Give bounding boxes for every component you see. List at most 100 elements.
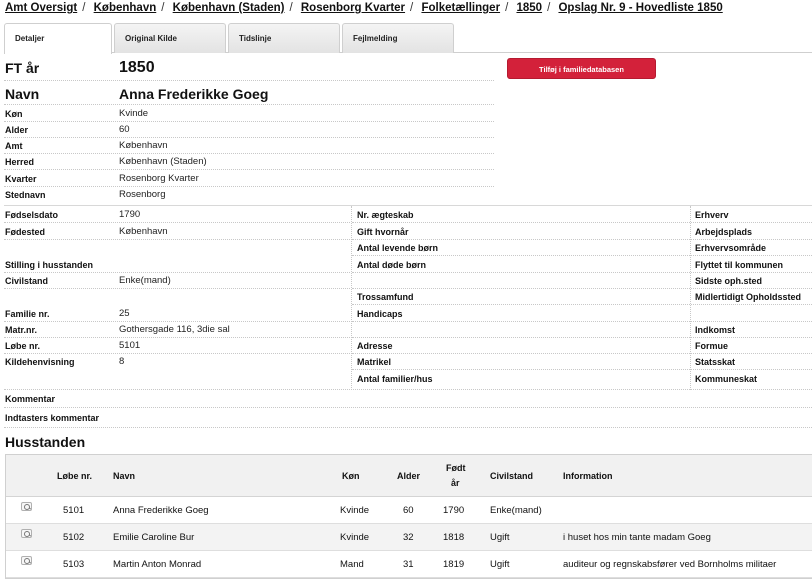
table-header: Løbe nr. Navn Køn Alder Født år Civilsta… xyxy=(6,455,812,497)
breadcrumb-folketaellinger[interactable]: Folketællinger xyxy=(421,2,500,14)
indkomst-label: Indkomst xyxy=(695,325,736,335)
kvarter-value: Rosenborg Kvarter xyxy=(119,173,199,184)
herred-value: København (Staden) xyxy=(119,156,207,167)
fodested-label: Fødested xyxy=(5,227,46,237)
magnify-icon[interactable] xyxy=(21,502,32,511)
table-row[interactable]: 5103 Martin Anton Monrad Mand 31 1819 Ug… xyxy=(6,551,812,578)
arbejdsplads-label: Arbejdsplads xyxy=(695,227,753,237)
flyttet-til-kommunen-label: Flyttet til kommunen xyxy=(695,260,784,270)
herred-label: Herred xyxy=(5,157,35,167)
row-civilstand: Enke(mand) xyxy=(490,505,542,516)
row-fodt: 1790 xyxy=(443,505,465,516)
erhverv-label: Erhverv xyxy=(695,210,729,220)
lobe-nr-label: Løbe nr. xyxy=(5,341,41,351)
indtasters-kommentar-label: Indtasters kommentar xyxy=(5,413,100,423)
formue-label: Formue xyxy=(695,341,729,351)
col-fodt-ar: år xyxy=(451,478,460,488)
amt-value: København xyxy=(119,140,168,151)
kommuneskat-label: Kommuneskat xyxy=(695,374,758,384)
breadcrumb-kobenhavn[interactable]: København xyxy=(94,2,157,14)
matr-nr-value: Gothersgade 116, 3die sal xyxy=(119,324,230,335)
add-to-family-database-button[interactable]: Tilføj i familiedatabasen xyxy=(507,58,656,79)
row-kon: Mand xyxy=(340,559,364,570)
familie-nr-label: Familie nr. xyxy=(5,309,50,319)
col-civilstand: Civilstand xyxy=(490,471,534,481)
kildehenvisning-value: 8 xyxy=(119,356,125,367)
amt-label: Amt xyxy=(5,141,23,151)
row-lobe: 5103 xyxy=(63,559,85,570)
antal-dode-born-label: Antal døde børn xyxy=(357,260,426,270)
magnify-icon[interactable] xyxy=(21,556,32,565)
erhvervsomraade-label: Erhvervsområde xyxy=(695,243,767,253)
ft-year-value: 1850 xyxy=(119,59,155,76)
breadcrumb-1850[interactable]: 1850 xyxy=(516,2,542,14)
sidste-oph-sted-label: Sidste oph.sted xyxy=(695,276,763,286)
antal-familier-label: Antal familier/hus xyxy=(357,374,433,384)
kon-value: Kvinde xyxy=(119,108,149,119)
row-information: auditeur og regnskabsfører ved Bornholms… xyxy=(563,559,777,570)
tab-original-kilde[interactable]: Original Kilde xyxy=(114,23,226,53)
alder-value: 60 xyxy=(119,124,130,135)
tab-tidslinje[interactable]: Tidslinje xyxy=(228,23,340,53)
row-navn: Emilie Caroline Bur xyxy=(113,532,195,543)
midlertidigt-opholdssted-label: Midlertidigt Opholdssted xyxy=(695,292,801,302)
kvarter-label: Kvarter xyxy=(5,174,37,184)
kon-label: Køn xyxy=(5,109,23,119)
statsskat-label: Statsskat xyxy=(695,357,736,367)
row-fodt: 1819 xyxy=(443,559,465,570)
row-information: i huset hos min tante madam Goeg xyxy=(563,532,711,543)
husstanden-title: Husstanden xyxy=(5,434,86,450)
breadcrumb-amt-oversigt[interactable]: Amt Oversigt xyxy=(5,2,77,14)
col-fodt: Født xyxy=(446,463,466,473)
gift-hvornaar-label: Gift hvornår xyxy=(357,227,409,237)
row-kon: Kvinde xyxy=(340,532,370,543)
handicaps-label: Handicaps xyxy=(357,309,403,319)
breadcrumb-kobenhavn-staden[interactable]: København (Staden) xyxy=(173,2,285,14)
row-lobe: 5102 xyxy=(63,532,85,543)
familie-nr-value: 25 xyxy=(119,308,130,319)
col-alder: Alder xyxy=(397,471,421,481)
breadcrumb-rosenborg-kvarter[interactable]: Rosenborg Kvarter xyxy=(301,2,405,14)
navn-label: Navn xyxy=(5,86,40,102)
row-alder: 31 xyxy=(403,559,414,570)
kommentar-label: Kommentar xyxy=(5,394,56,404)
nr-aegteskab-label: Nr. ægteskab xyxy=(357,210,414,220)
row-navn: Martin Anton Monrad xyxy=(113,559,202,570)
tab-bar: Detaljer Original Kilde Tidslinje Fejlme… xyxy=(4,23,812,54)
fodselsdato-value: 1790 xyxy=(119,209,141,220)
adresse-label: Adresse xyxy=(357,341,393,351)
row-lobe: 5101 xyxy=(63,505,85,516)
husstanden-table: Løbe nr. Navn Køn Alder Født år Civilsta… xyxy=(5,454,812,579)
row-kon: Kvinde xyxy=(340,505,370,516)
alder-label: Alder xyxy=(5,125,29,135)
tab-fejlmelding[interactable]: Fejlmelding xyxy=(342,23,454,53)
stednavn-label: Stednavn xyxy=(5,190,46,200)
row-alder: 32 xyxy=(403,532,414,543)
navn-value: Anna Frederikke Goeg xyxy=(119,86,269,102)
row-civilstand: Ugift xyxy=(490,532,510,543)
row-fodt: 1818 xyxy=(443,532,465,543)
matrikel-label: Matrikel xyxy=(357,357,392,367)
fodested-value: København xyxy=(119,226,168,237)
fodselsdato-label: Fødselsdato xyxy=(5,210,59,220)
magnify-icon[interactable] xyxy=(21,529,32,538)
col-lobe-nr: Løbe nr. xyxy=(57,471,93,481)
civilstand-label: Civilstand xyxy=(5,276,49,286)
lobe-nr-value: 5101 xyxy=(119,340,141,351)
stednavn-value: Rosenborg xyxy=(119,189,166,200)
table-row[interactable]: 5101 Anna Frederikke Goeg Kvinde 60 1790… xyxy=(6,497,812,524)
breadcrumb-opslag[interactable]: Opslag Nr. 9 - Hovedliste 1850 xyxy=(558,2,722,14)
antal-levende-born-label: Antal levende børn xyxy=(357,243,439,253)
trossamfund-label: Trossamfund xyxy=(357,292,414,302)
kildehenvisning-label: Kildehenvisning xyxy=(5,357,75,367)
ft-year-label: FT år xyxy=(5,60,40,76)
table-row[interactable]: 5102 Emilie Caroline Bur Kvinde 32 1818 … xyxy=(6,524,812,551)
tab-detaljer[interactable]: Detaljer xyxy=(4,23,112,54)
civilstand-value: Enke(mand) xyxy=(119,275,171,286)
row-navn: Anna Frederikke Goeg xyxy=(113,505,209,516)
col-information: Information xyxy=(563,471,613,481)
matr-nr-label: Matr.nr. xyxy=(5,325,38,335)
col-kon: Køn xyxy=(342,471,360,481)
col-navn: Navn xyxy=(113,471,136,481)
stilling-label: Stilling i husstanden xyxy=(5,260,94,270)
